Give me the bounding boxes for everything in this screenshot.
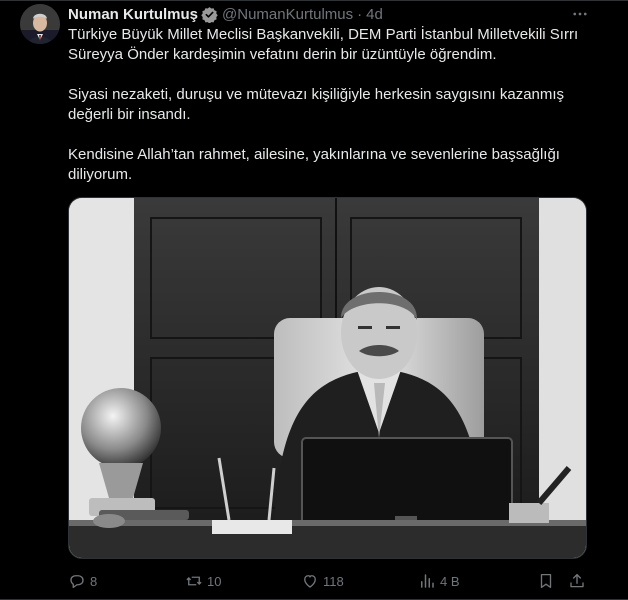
separator-dot: · <box>357 5 363 23</box>
avatar[interactable] <box>20 4 60 44</box>
repost-count: 10 <box>207 573 222 589</box>
like-button[interactable]: 118 <box>301 572 344 590</box>
repost-button[interactable]: 10 <box>185 572 221 590</box>
tweet-paragraph: Türkiye Büyük Millet Meclisi Başkanvekil… <box>68 26 579 63</box>
tweet-text: Türkiye Büyük Millet Meclisi Başkanvekil… <box>68 25 588 205</box>
display-name[interactable]: Numan Kurtulmuş <box>68 6 198 23</box>
like-count: 118 <box>323 573 344 589</box>
reply-count: 8 <box>90 573 98 589</box>
tweet-photo[interactable] <box>68 197 587 559</box>
reply-icon <box>70 575 84 589</box>
tweet-paragraph: Kendisine Allah’tan rahmet, ailesine, ya… <box>68 146 560 183</box>
tweet-time[interactable]: 4d <box>366 6 383 23</box>
share-icon <box>570 573 584 588</box>
views-icon <box>421 574 434 588</box>
share-button[interactable] <box>568 572 586 590</box>
verified-badge-icon <box>201 6 218 23</box>
top-divider <box>0 0 628 1</box>
tweet-header: Numan Kurtulmuş @NumanKurtulmus · 4d <box>68 4 383 24</box>
bookmark-button[interactable] <box>537 572 555 590</box>
repost-icon <box>186 576 202 586</box>
tweet-paragraph: Siyasi nezaketi, duruşu ve mütevazı kişi… <box>68 86 565 123</box>
tweet-actions: 8 10 118 4 B <box>68 572 588 592</box>
views-button[interactable]: 4 B <box>418 572 460 590</box>
bookmark-icon <box>540 573 552 589</box>
more-icon[interactable] <box>570 4 590 24</box>
reply-button[interactable]: 8 <box>68 572 97 590</box>
views-count: 4 B <box>440 573 460 589</box>
user-handle[interactable]: @NumanKurtulmus <box>222 6 353 23</box>
heart-icon <box>304 575 316 588</box>
